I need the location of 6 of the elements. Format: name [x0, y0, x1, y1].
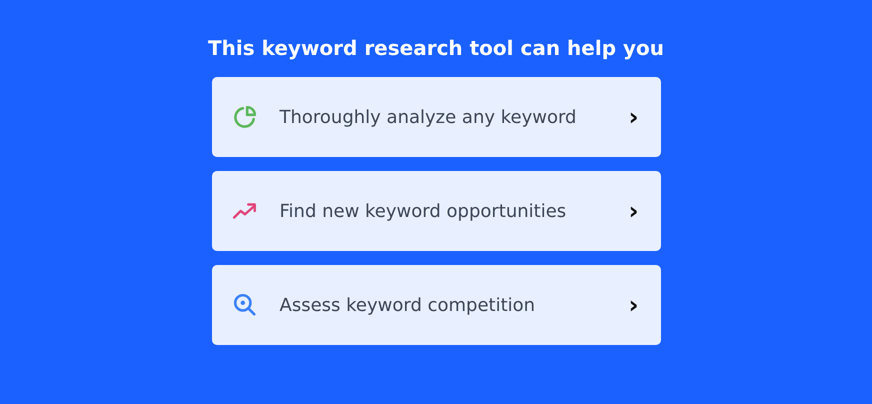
section-title: This keyword research tool can help you: [208, 35, 664, 62]
pie-chart-icon: [232, 104, 258, 130]
option-button[interactable]: Assess keyword competition ›: [212, 265, 660, 345]
option-button[interactable]: Thoroughly analyze any keyword ›: [212, 77, 660, 157]
option-button[interactable]: Find new keyword opportunities ›: [212, 171, 660, 251]
search-icon: [232, 292, 258, 318]
